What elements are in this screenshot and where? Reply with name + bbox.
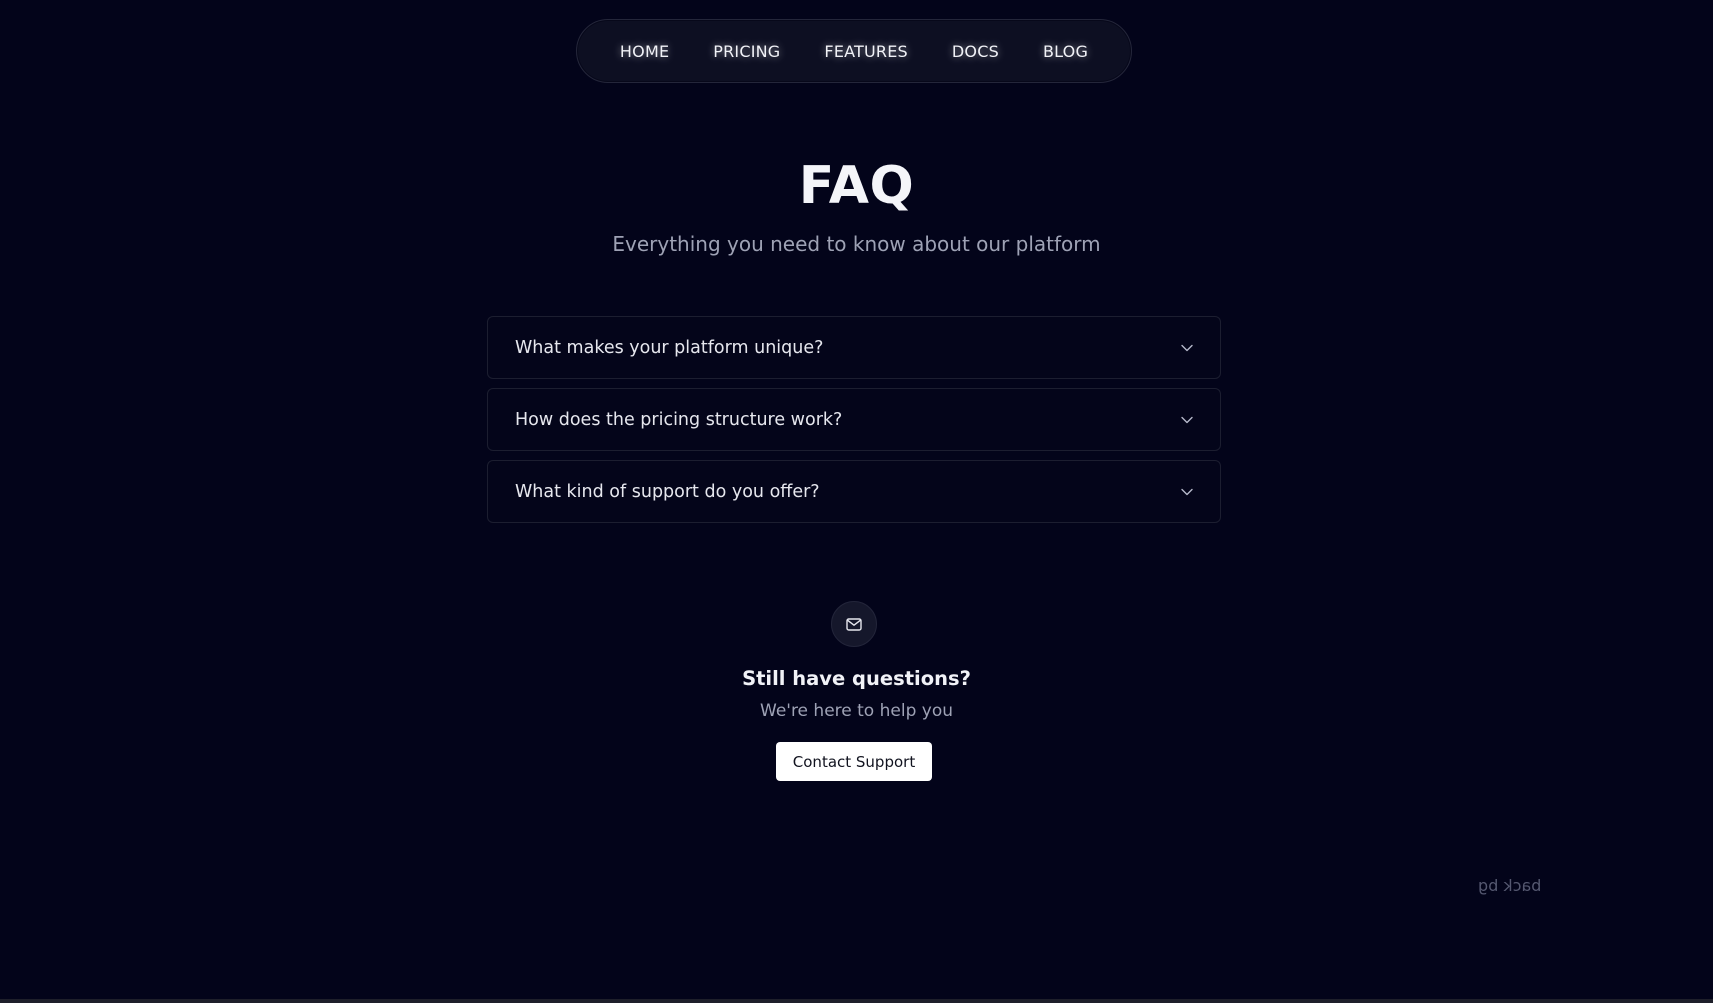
support-subtitle: We're here to help you <box>760 701 953 721</box>
faq-item-support[interactable]: What kind of support do you offer? <box>487 460 1221 523</box>
faq-item-pricing[interactable]: How does the pricing structure work? <box>487 388 1221 451</box>
support-title: Still have questions? <box>742 667 971 690</box>
chevron-down-icon[interactable] <box>1180 485 1194 499</box>
nav-home[interactable]: HOME <box>598 42 691 61</box>
faq-question: How does the pricing structure work? <box>515 409 843 430</box>
nav-pricing[interactable]: PRICING <box>691 42 802 61</box>
nav-features[interactable]: FEATURES <box>802 42 929 61</box>
page-title: FAQ <box>798 156 915 216</box>
faq-item-unique[interactable]: What makes your platform unique? <box>487 316 1221 379</box>
faq-question: What makes your platform unique? <box>515 337 824 358</box>
faq-list: What makes your platform unique? How doe… <box>487 316 1221 532</box>
page-subtitle: Everything you need to know about our pl… <box>612 232 1101 256</box>
back-bg-label: back bg <box>1478 876 1542 895</box>
faq-question: What kind of support do you offer? <box>515 481 820 502</box>
faq-page: HOME PRICING FEATURES DOCS BLOG FAQ Ever… <box>0 0 1713 1003</box>
contact-support-button[interactable]: Contact Support <box>776 742 932 781</box>
top-nav: HOME PRICING FEATURES DOCS BLOG <box>576 19 1132 83</box>
bottom-divider <box>0 999 1713 1003</box>
chevron-down-icon[interactable] <box>1180 341 1194 355</box>
mail-icon <box>831 601 877 647</box>
nav-docs[interactable]: DOCS <box>930 42 1021 61</box>
nav-blog[interactable]: BLOG <box>1021 42 1110 61</box>
chevron-down-icon[interactable] <box>1180 413 1194 427</box>
